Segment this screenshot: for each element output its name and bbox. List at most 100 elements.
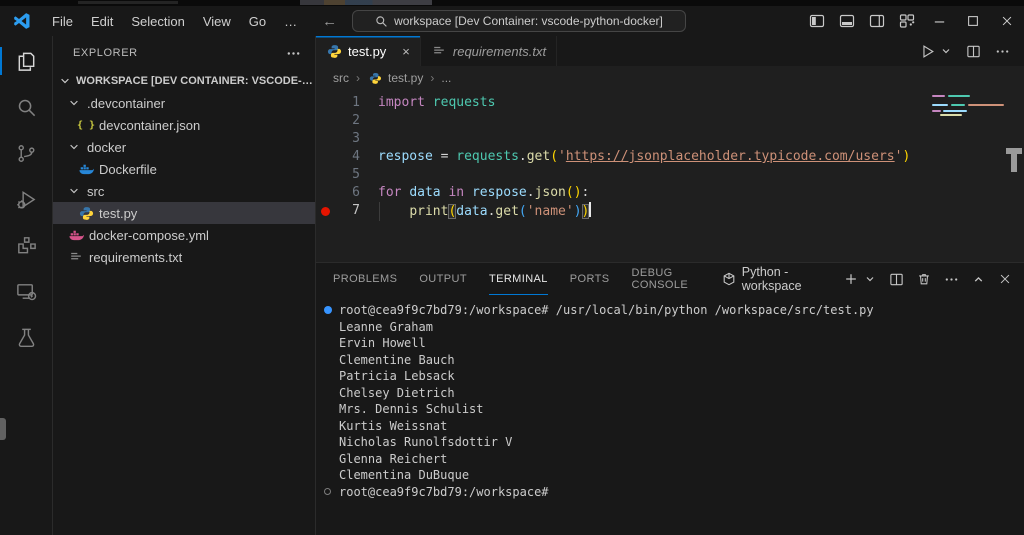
workspace-label: WORKSPACE [DEV CONTAINER: VSCODE-PYT...	[76, 75, 315, 87]
terminal-text: Mrs. Dennis Schulist	[339, 402, 484, 416]
close-window-button[interactable]	[990, 6, 1024, 36]
activity-item-remote-explorer[interactable]	[0, 268, 52, 314]
code-line-1[interactable]: 1 import requests	[316, 94, 1024, 112]
menu-edit[interactable]: Edit	[82, 10, 122, 33]
customize-layout-icon[interactable]	[892, 6, 922, 36]
workspace-section-header[interactable]: WORKSPACE [DEV CONTAINER: VSCODE-PYT...	[53, 70, 315, 92]
panel-actions: Python - workspace	[722, 265, 1012, 293]
tree-item-label: Dockerfile	[99, 161, 157, 177]
run-python-file-button[interactable]	[919, 43, 936, 60]
menu-selection[interactable]: Selection	[122, 10, 193, 33]
menu-go[interactable]: Go	[240, 10, 275, 33]
panel-tab-output[interactable]: OUTPUT	[419, 263, 467, 295]
tab-test-py[interactable]: test.py ×	[316, 36, 421, 66]
code-line-7[interactable]: 7 print(data.get('name'))	[316, 201, 1024, 220]
close-panel-button[interactable]	[998, 272, 1012, 286]
activity-item-search[interactable]	[0, 84, 52, 130]
code-line-4[interactable]: 4 respose = requests.get('https://jsonpla…	[316, 148, 1024, 166]
tree-item-test-py[interactable]: test.py	[53, 202, 315, 224]
maximize-panel-button[interactable]	[972, 273, 985, 286]
terminal-text: Ervin Howell	[339, 336, 426, 350]
code-line-2[interactable]: 2	[316, 112, 1024, 130]
python-file-icon	[78, 205, 94, 221]
back-arrow-icon[interactable]: ←	[322, 13, 337, 30]
panel-tab-ports[interactable]: PORTS	[570, 263, 610, 295]
activity-bar	[0, 36, 53, 535]
command-decoration-icon	[322, 488, 339, 496]
code-line-6[interactable]: 6 for data in respose.json():	[316, 184, 1024, 202]
activity-item-testing[interactable]	[0, 314, 52, 360]
tab-requirements-txt[interactable]: requirements.txt	[420, 36, 558, 66]
chevron-down-icon	[66, 141, 82, 153]
breadcrumb-label: test.py	[388, 71, 424, 85]
explorer-more-actions-button[interactable]	[286, 46, 301, 61]
tree-item-src[interactable]: src	[53, 180, 315, 202]
edge-grip[interactable]	[0, 418, 6, 440]
command-center-search[interactable]: workspace [Dev Container: vscode-python-…	[352, 10, 686, 32]
activity-item-explorer[interactable]	[0, 38, 52, 84]
panel-more-actions-button[interactable]	[944, 272, 959, 287]
code-line-3[interactable]: 3	[316, 130, 1024, 148]
split-editor-button[interactable]	[966, 44, 981, 59]
activity-item-source-control[interactable]	[0, 130, 52, 176]
terminal-profile-dropdown[interactable]	[864, 273, 876, 285]
maximize-button[interactable]	[956, 6, 990, 36]
tree-item-docker[interactable]: docker	[53, 136, 315, 158]
tree-item-requirements-txt[interactable]: requirements.txt	[53, 246, 315, 268]
run-dropdown[interactable]	[940, 45, 952, 57]
tree-item-dockerfile[interactable]: Dockerfile	[53, 158, 315, 180]
breadcrumb-item[interactable]: src	[333, 71, 349, 85]
panel-tab-terminal[interactable]: TERMINAL	[488, 263, 548, 295]
toggle-primary-sidebar-icon[interactable]	[802, 6, 832, 36]
sidebar-header: EXPLORER	[53, 36, 315, 70]
new-terminal-button[interactable]	[844, 272, 858, 286]
toggle-secondary-sidebar-icon[interactable]	[862, 6, 892, 36]
editor-more-actions-button[interactable]	[995, 44, 1010, 59]
close-tab-icon[interactable]: ×	[402, 45, 410, 58]
menu-view[interactable]: View	[194, 10, 240, 33]
toggle-panel-icon[interactable]	[832, 6, 862, 36]
scrollbar-marker[interactable]	[1006, 148, 1022, 172]
code-editor[interactable]: 1 import requests 2 3 4 respose = requests.ge…	[316, 90, 1024, 262]
split-terminal-button[interactable]	[889, 272, 904, 287]
kill-terminal-button[interactable]	[917, 272, 931, 286]
activity-item-run-and-debug[interactable]	[0, 176, 52, 222]
breadcrumb-label: ...	[441, 71, 452, 85]
breadcrumb[interactable]: src › test.py ›...	[316, 66, 1024, 90]
terminal-text: Glenna Reichert	[339, 451, 448, 466]
breadcrumb-item[interactable]: ...	[441, 71, 451, 85]
breakpoint-icon[interactable]	[320, 206, 330, 216]
terminal-text: Clementina DuBuque	[339, 468, 470, 482]
terminal-text: root@cea9f9c7bd79:/workspace#	[339, 484, 549, 499]
tree-item-label: .devcontainer	[87, 95, 166, 111]
code-line-5[interactable]: 5	[316, 166, 1024, 184]
terminal-text: Patricia Lebsack	[339, 369, 455, 383]
terminal-line: Mrs. Dennis Schulist	[322, 401, 1024, 418]
panel-tab-problems[interactable]: PROBLEMS	[333, 263, 397, 295]
vscode-logo-icon	[13, 12, 31, 30]
tree-item--devcontainer[interactable]: .devcontainer	[53, 92, 315, 114]
line-number: 7	[352, 203, 360, 218]
line-number: 4	[352, 149, 360, 164]
terminal-text: Kurtis Weissnat	[339, 418, 448, 433]
title-bar: FileEditSelectionViewGo… ← → workspace […	[0, 6, 1024, 36]
chevron-right-icon: ›	[430, 71, 435, 85]
minimize-button[interactable]	[922, 6, 956, 36]
terminal-profile[interactable]: Python - workspace	[722, 265, 827, 293]
breadcrumb-item[interactable]: test.py	[367, 70, 423, 86]
terminal-line: Clementina DuBuque	[322, 467, 1024, 484]
terminal-line: root@cea9f9c7bd79:/workspace# /usr/local…	[322, 302, 1024, 319]
activity-item-extensions[interactable]	[0, 222, 52, 268]
menu-more[interactable]: …	[275, 10, 306, 33]
chevron-down-icon	[66, 97, 82, 109]
tree-item-docker-compose-yml[interactable]: docker-compose.yml	[53, 224, 315, 246]
terminal-line: root@cea9f9c7bd79:/workspace#	[322, 484, 1024, 501]
tree-item-devcontainer-json[interactable]: { } devcontainer.json	[53, 114, 315, 136]
chevron-down-icon	[57, 75, 73, 87]
text-file-icon	[431, 43, 447, 59]
panel-tab-debug-console[interactable]: DEBUG CONSOLE	[632, 263, 700, 295]
terminal-output[interactable]: root@cea9f9c7bd79:/workspace# /usr/local…	[316, 295, 1024, 535]
menu-file[interactable]: File	[43, 10, 82, 33]
terminal-line: Ervin Howell	[322, 335, 1024, 352]
minimap[interactable]	[932, 93, 1010, 173]
